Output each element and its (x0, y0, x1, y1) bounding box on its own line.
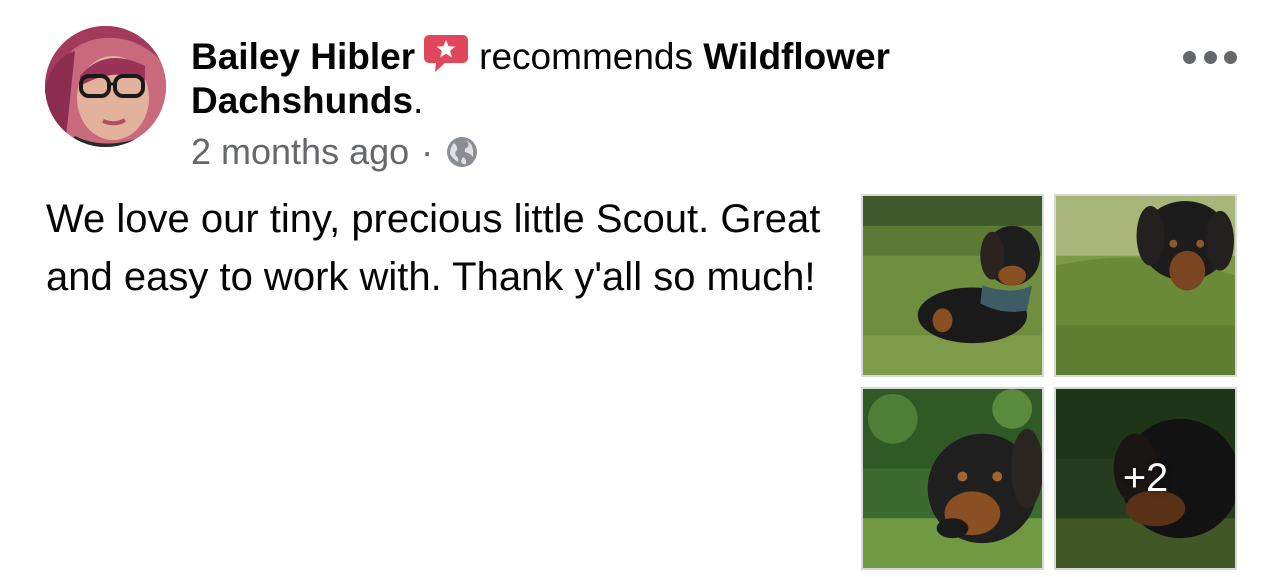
more-options-button[interactable] (1183, 47, 1237, 67)
globe-icon[interactable] (445, 135, 479, 169)
post-meta: 2 months ago · (191, 130, 479, 174)
dog-photo-2 (1056, 196, 1235, 375)
recommend-verb: recommends (479, 36, 694, 77)
photo-thumbnail-1[interactable] (861, 194, 1044, 377)
photo-thumbnail-3[interactable] (861, 387, 1044, 570)
photo-thumbnail-2[interactable] (1054, 194, 1237, 377)
author-name-link[interactable]: Bailey Hibler (191, 36, 415, 77)
more-photos-count: +2 (1122, 456, 1169, 500)
photo-thumbnail-4[interactable]: +2 (1054, 387, 1237, 570)
timestamp-link[interactable]: 2 months ago (191, 130, 409, 174)
meta-separator: · (421, 131, 434, 172)
recommend-star-icon (424, 35, 469, 72)
avatar-image (45, 26, 166, 147)
post-header: Bailey Hibler recommends Wildflower Dachs… (191, 33, 1071, 123)
ellipsis-icon (1183, 50, 1196, 64)
photo-grid: +2 (861, 194, 1239, 572)
header-period: . (413, 80, 424, 121)
review-text: We love our tiny, precious little Scout.… (46, 197, 821, 299)
author-avatar[interactable] (45, 26, 166, 147)
dog-photo-3 (863, 389, 1042, 568)
dog-photo-1 (863, 196, 1042, 375)
